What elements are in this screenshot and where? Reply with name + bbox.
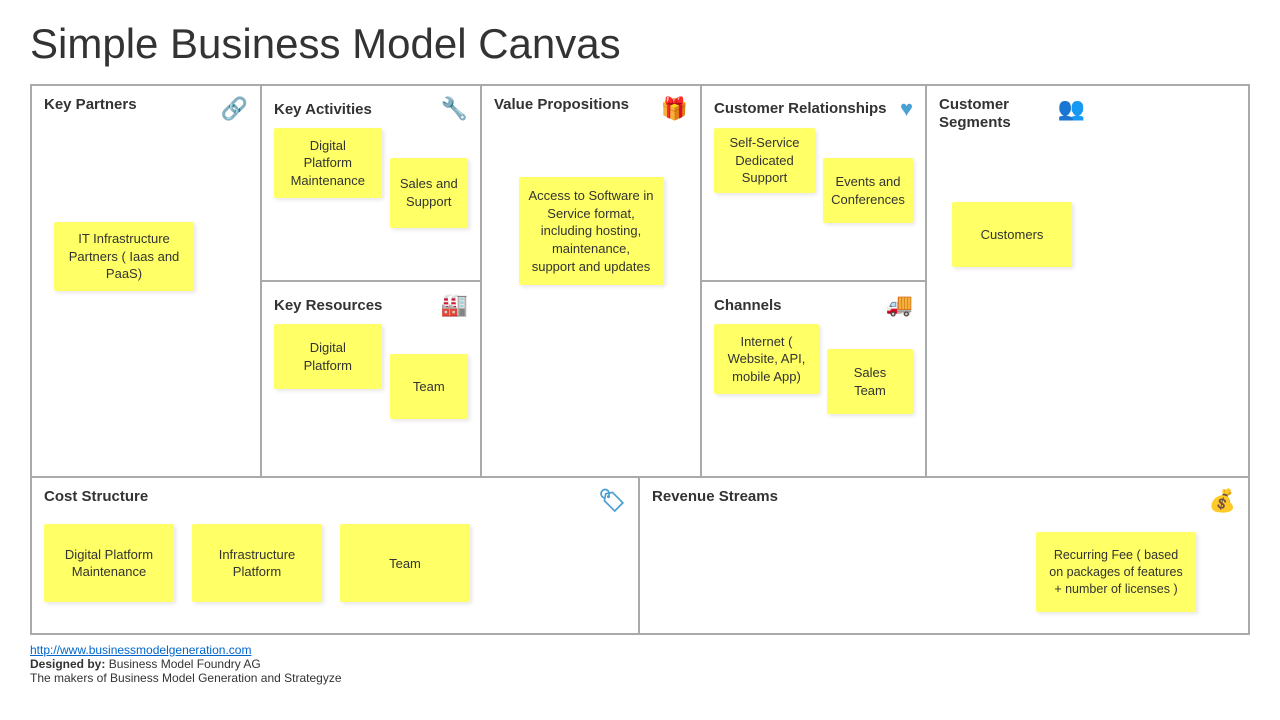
footer-designed-by-value: Business Model Foundry AG	[105, 657, 260, 671]
cost-structure-stickies: Digital Platform Maintenance Infrastruct…	[44, 524, 626, 602]
customer-rel-stickies: Self-Service Dedicated Support Events an…	[714, 128, 913, 223]
footer-tagline: The makers of Business Model Generation …	[30, 671, 342, 685]
key-partners-title: Key Partners 🔗	[44, 96, 248, 122]
revenue-stickies: Recurring Fee ( based on packages of fea…	[652, 522, 1196, 612]
link-icon: 🔗	[221, 96, 248, 122]
customer-segments-title: Customer Segments 👥	[939, 96, 1085, 132]
customer-segments-sticky-1: Customers	[952, 202, 1072, 267]
cell-key-activities: Key Activities 🔧 Digital Platform Mainte…	[262, 86, 480, 282]
customer-relationships-title: Customer Relationships ♥	[714, 96, 913, 122]
cell-revenue-streams: Revenue Streams 💰 Recurring Fee ( based …	[640, 478, 1248, 633]
customer-rel-sticky-2: Events and Conferences	[823, 158, 913, 223]
cell-key-resources: Key Resources 🏭 Digital Platform Team	[262, 282, 480, 476]
people-icon: 👥	[1058, 96, 1085, 122]
cell-value-propositions: Value Propositions 🎁 Access to Software …	[482, 86, 702, 476]
key-activities-resources-col: Key Activities 🔧 Digital Platform Mainte…	[262, 86, 482, 476]
cost-structure-sticky-2: Infrastructure Platform	[192, 524, 322, 602]
key-partners-sticky-1: IT Infrastructure Partners ( Iaas and Pa…	[54, 222, 194, 291]
channels-sticky-1: Internet ( Website, API, mobile App)	[714, 324, 819, 394]
revenue-streams-title: Revenue Streams 💰	[652, 488, 1236, 514]
value-propositions-title: Value Propositions 🎁	[494, 96, 688, 122]
customer-rel-channels-col: Customer Relationships ♥ Self-Service De…	[702, 86, 927, 476]
wrench-icon: 🔧	[441, 96, 468, 122]
footer-designed-by-label: Designed by:	[30, 657, 105, 671]
gift-icon: 🎁	[661, 96, 688, 122]
canvas-top-row: Key Partners 🔗 IT Infrastructure Partner…	[32, 86, 1248, 478]
canvas: Key Partners 🔗 IT Infrastructure Partner…	[30, 84, 1250, 635]
channels-title: Channels 🚚	[714, 292, 913, 318]
cost-structure-title: Cost Structure 🏷	[44, 488, 626, 514]
footer-url[interactable]: http://www.businessmodelgeneration.com	[30, 643, 251, 657]
value-propositions-sticky-1: Access to Software in Service format, in…	[519, 177, 664, 285]
footer: http://www.businessmodelgeneration.com D…	[30, 643, 1250, 685]
key-resources-sticky-2: Team	[390, 354, 468, 419]
page-title: Simple Business Model Canvas	[30, 20, 1250, 68]
factory-icon: 🏭	[441, 292, 468, 318]
channels-sticky-2: Sales Team	[827, 349, 913, 414]
revenue-streams-sticky-1: Recurring Fee ( based on packages of fea…	[1036, 532, 1196, 612]
cost-structure-sticky-3: Team	[340, 524, 470, 602]
key-activities-title: Key Activities 🔧	[274, 96, 468, 122]
key-resources-stickies: Digital Platform Team	[274, 324, 468, 419]
key-resources-title: Key Resources 🏭	[274, 292, 468, 318]
cell-key-partners: Key Partners 🔗 IT Infrastructure Partner…	[32, 86, 262, 476]
tag-icon: 🏷	[598, 488, 626, 514]
key-activities-sticky-1: Digital Platform Maintenance	[274, 128, 382, 198]
key-activities-stickies: Digital Platform Maintenance Sales and S…	[274, 128, 468, 228]
truck-icon: 🚚	[886, 292, 913, 318]
cell-cost-structure: Cost Structure 🏷 Digital Platform Mainte…	[32, 478, 640, 633]
money-bag-icon: 💰	[1209, 488, 1236, 514]
canvas-bottom-row: Cost Structure 🏷 Digital Platform Mainte…	[32, 478, 1248, 633]
cost-structure-sticky-1: Digital Platform Maintenance	[44, 524, 174, 602]
channels-stickies: Internet ( Website, API, mobile App) Sal…	[714, 324, 913, 414]
cell-customer-relationships: Customer Relationships ♥ Self-Service De…	[702, 86, 925, 282]
customer-rel-sticky-1: Self-Service Dedicated Support	[714, 128, 815, 193]
cell-customer-segments: Customer Segments 👥 Customers	[927, 86, 1097, 476]
key-resources-sticky-1: Digital Platform	[274, 324, 382, 389]
heart-icon: ♥	[900, 96, 913, 122]
cell-channels: Channels 🚚 Internet ( Website, API, mobi…	[702, 282, 925, 476]
key-activities-sticky-2: Sales and Support	[390, 158, 468, 228]
